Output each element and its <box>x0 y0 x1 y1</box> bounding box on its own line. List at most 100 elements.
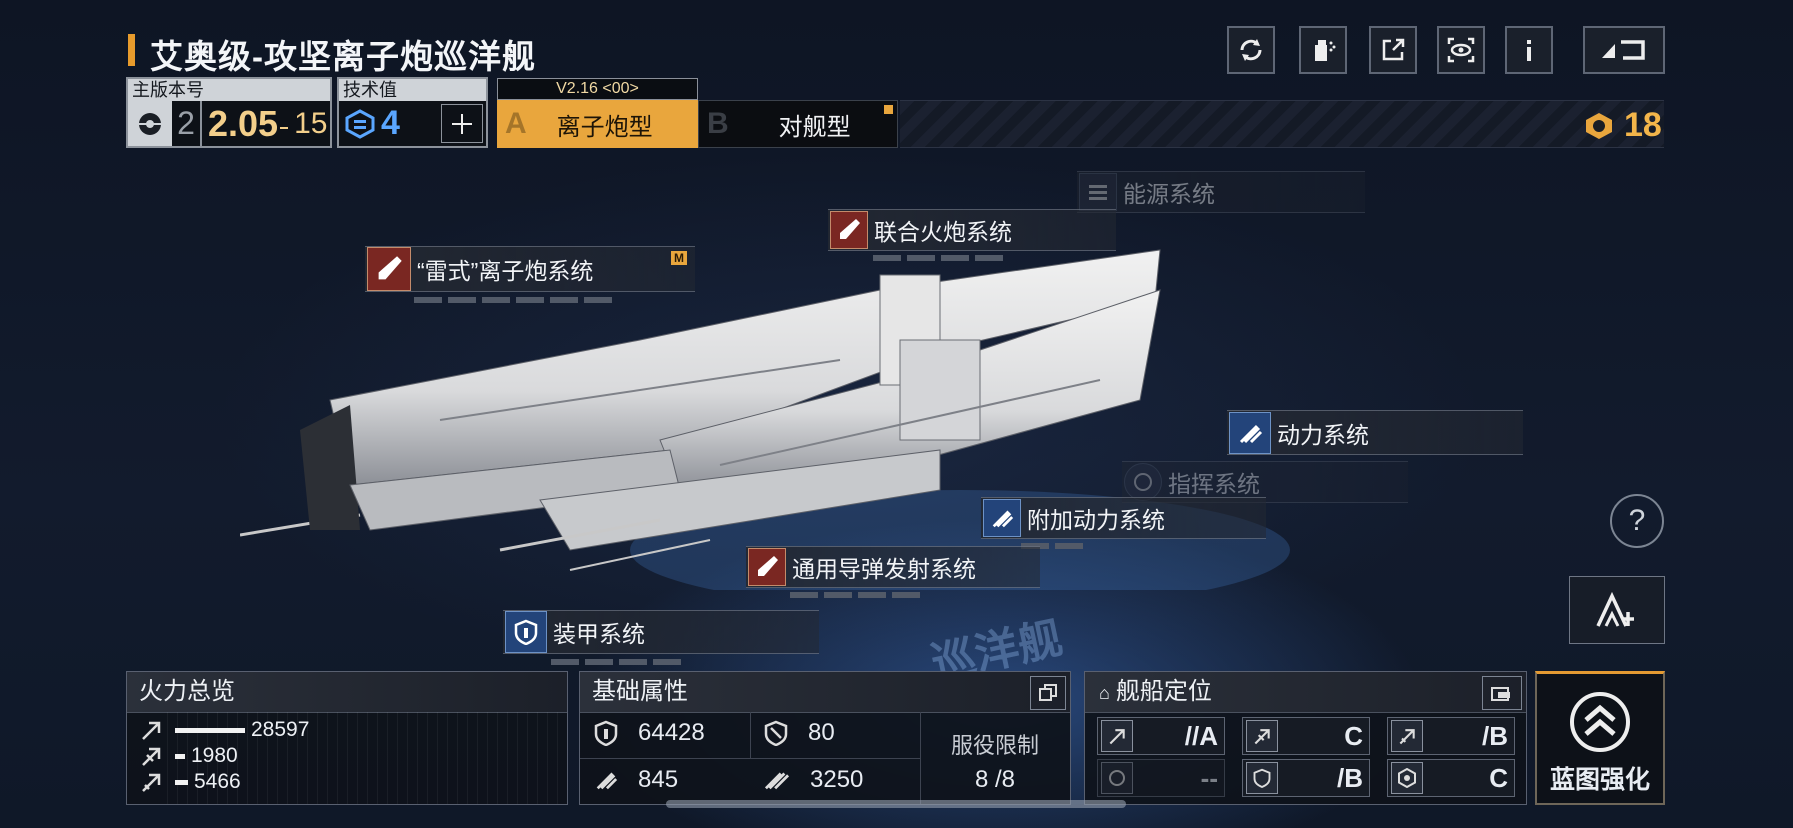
role-grade: -- <box>1200 762 1218 793</box>
spray-paint-icon <box>1315 40 1336 61</box>
anti-ship-icon <box>1101 720 1133 752</box>
version-value: 2.05 <box>208 102 279 144</box>
role-anti-aircraft[interactable]: C <box>1242 717 1370 755</box>
firepower-bar <box>175 779 188 785</box>
role-grade: C <box>1344 720 1363 751</box>
firepower-value: 28597 <box>251 718 310 741</box>
info-icon <box>1527 40 1531 61</box>
system-aux-power[interactable]: 附加动力系统 <box>981 497 1266 539</box>
role-defense[interactable]: /B <box>1242 759 1370 797</box>
system-joint-cannon-label: 联合火炮系统 <box>874 219 1012 245</box>
system-aux-power-label: 附加动力系统 <box>1027 507 1165 533</box>
new-indicator <box>884 105 893 114</box>
tab-b-label: 对舰型 <box>778 113 851 141</box>
gear-badge <box>128 101 172 146</box>
thunder-ion-slots <box>414 297 612 303</box>
back-button[interactable] <box>1583 26 1665 74</box>
system-power-label: 动力系统 <box>1277 421 1369 448</box>
blueprint-coin-icon <box>1586 112 1612 139</box>
tab-b-letter: B <box>707 107 729 140</box>
share-button[interactable] <box>1369 26 1417 74</box>
help-button[interactable]: ? <box>1610 494 1664 548</box>
title-accent <box>128 34 135 66</box>
copy-icon <box>1039 684 1057 701</box>
firepower-bar <box>175 727 245 733</box>
system-command-label: 指挥系统 <box>1168 471 1260 497</box>
refresh-button[interactable] <box>1227 26 1275 74</box>
energy-icon <box>1079 173 1117 211</box>
role-anti-ship[interactable]: //A <box>1097 717 1225 755</box>
missile-icon <box>748 548 786 586</box>
refresh-icon <box>1240 39 1262 61</box>
system-armor-label: 装甲系统 <box>553 621 645 647</box>
firepower-value: 5466 <box>194 770 241 793</box>
version-major: 2 <box>172 101 202 146</box>
siege-icon <box>1391 720 1423 752</box>
role-support[interactable]: -- <box>1097 759 1225 797</box>
warp-stat: 3250 <box>764 766 863 794</box>
thruster-icon <box>983 499 1021 537</box>
role-siege[interactable]: /B <box>1387 717 1515 755</box>
header-stripe <box>900 100 1664 148</box>
system-power[interactable]: 动力系统 <box>1227 410 1523 455</box>
service-limit-value: 8 /8 <box>974 766 1016 793</box>
warp-icon <box>764 772 790 790</box>
question-icon: ? <box>1628 504 1646 537</box>
blueprint-upgrade-button[interactable]: 蓝图强化 <box>1535 671 1665 805</box>
position-icon: ⌂ <box>1099 683 1110 703</box>
currency-value: 18 <box>1624 106 1662 144</box>
anti-ship-icon <box>142 721 161 740</box>
shield-value: 80 <box>808 719 835 746</box>
variant-version-tag: V2.16 <00> <box>497 78 698 100</box>
rank-button[interactable] <box>1569 576 1665 644</box>
upgrade-chevron-icon <box>1570 692 1630 752</box>
basic-title: 基础属性 <box>580 672 1070 713</box>
system-thunder-ion-label: “雷式”离子炮系统 <box>417 258 594 284</box>
warp-value: 3250 <box>810 766 864 793</box>
missile-icon <box>830 211 868 249</box>
expand-button[interactable] <box>1030 676 1066 710</box>
role-grade: /B <box>1482 720 1508 751</box>
paint-button[interactable] <box>1299 26 1347 74</box>
utility-icon <box>1391 762 1423 794</box>
joint-cannon-slots <box>873 255 1003 261</box>
view-button[interactable] <box>1437 26 1485 74</box>
armor-slots <box>551 659 681 665</box>
shield-icon <box>764 720 788 746</box>
position-title-row: ⌂ 舰船定位 <box>1085 672 1526 713</box>
system-energy-label: 能源系统 <box>1123 181 1215 207</box>
eye-icon <box>1447 37 1475 63</box>
firepower-bar <box>175 753 185 759</box>
system-energy[interactable]: 能源系统 <box>1077 171 1365 213</box>
tech-box: 技术值 4 <box>337 77 488 148</box>
firepower-panel: 火力总览 28597 1980 5466 <box>126 671 568 805</box>
system-missile[interactable]: 通用导弹发射系统 <box>746 546 1040 588</box>
siege-icon <box>142 773 161 792</box>
info-button[interactable] <box>1505 26 1553 74</box>
command-icon <box>1124 463 1162 501</box>
share-icon <box>1382 38 1405 61</box>
role-grade: /B <box>1337 762 1363 793</box>
tech-value: 4 <box>381 104 400 142</box>
system-armor[interactable]: 装甲系统 <box>503 610 819 654</box>
ship-position-panel: ⌂ 舰船定位 //A C /B -- /B C <box>1084 671 1527 805</box>
system-thunder-ion[interactable]: “雷式”离子炮系统 M <box>365 246 695 292</box>
role-grade: //A <box>1184 720 1218 751</box>
firepower-value: 1980 <box>191 744 238 767</box>
upgrade-label: 蓝图强化 <box>1549 766 1650 794</box>
firepower-row: 1980 <box>139 743 567 769</box>
firepower-row: 5466 <box>139 769 567 795</box>
tab-variant-b[interactable]: B 对舰型 <box>698 100 898 148</box>
tech-adjust-button[interactable] <box>441 104 483 143</box>
shield-stat: 80 <box>764 719 835 747</box>
tab-variant-a[interactable]: A 离子炮型 <box>497 100 698 148</box>
system-joint-cannon[interactable]: 联合火炮系统 <box>828 209 1116 251</box>
firepower-row: 28597 <box>139 717 567 743</box>
tech-icon <box>345 108 375 139</box>
scroll-indicator[interactable] <box>666 800 1126 808</box>
tab-a-label: 离子炮型 <box>556 113 653 141</box>
support-icon <box>1101 762 1133 794</box>
system-missile-label: 通用导弹发射系统 <box>792 556 976 582</box>
position-detail-button[interactable] <box>1482 676 1522 710</box>
role-utility[interactable]: C <box>1387 759 1515 797</box>
